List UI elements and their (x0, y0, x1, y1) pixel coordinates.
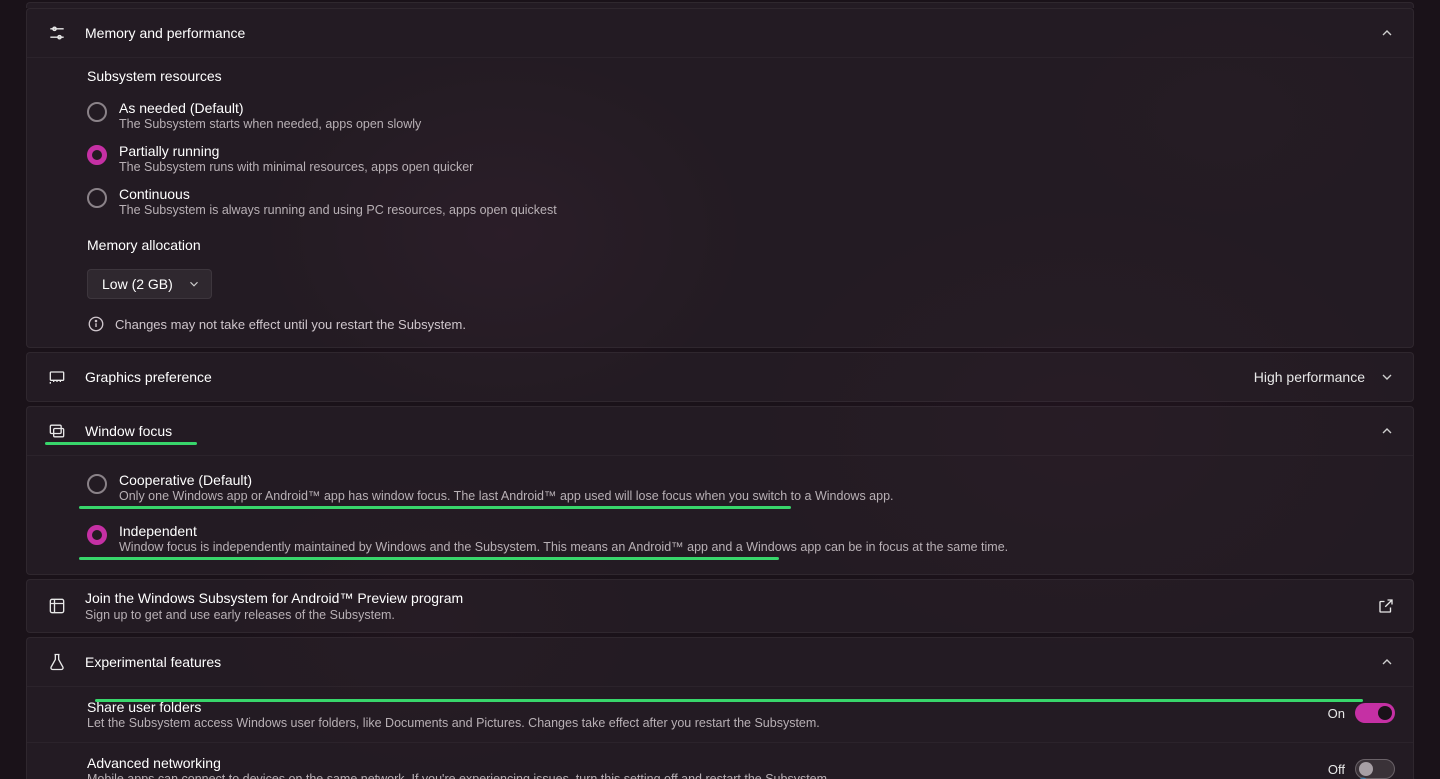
window-focus-card: Window focus Cooperative (Default) Only … (26, 406, 1414, 575)
graphics-title: Graphics preference (85, 369, 1254, 385)
radio-label: Cooperative (Default) (119, 472, 894, 488)
window-focus-header[interactable]: Window focus (27, 407, 1413, 455)
share-desc: Let the Subsystem access Windows user fo… (87, 716, 1308, 730)
restart-note: Changes may not take effect until you re… (115, 317, 466, 332)
networking-desc: Mobile apps can connect to devices on th… (87, 772, 1308, 779)
chevron-down-icon (187, 277, 201, 291)
radio-icon (87, 525, 107, 545)
radio-independent[interactable]: Independent Window focus is independentl… (87, 517, 1395, 560)
radio-continuous[interactable]: Continuous The Subsystem is always runni… (87, 180, 1395, 223)
radio-desc: The Subsystem runs with minimal resource… (119, 160, 473, 174)
graphics-value: High performance (1254, 369, 1365, 385)
networking-toggle[interactable] (1355, 759, 1395, 779)
experimental-features-card: Experimental features Share user folders… (26, 637, 1414, 779)
networking-toggle-state: Off (1328, 762, 1345, 777)
radio-desc: Window focus is independently maintained… (119, 540, 1008, 554)
preview-icon (45, 594, 69, 618)
open-external-icon (1377, 597, 1395, 615)
experimental-header[interactable]: Experimental features (27, 638, 1413, 686)
memory-allocation-dropdown[interactable]: Low (2 GB) (87, 269, 212, 299)
share-toggle[interactable] (1355, 703, 1395, 723)
radio-desc: Only one Windows app or Android™ app has… (119, 489, 894, 503)
highlight-underline (95, 699, 1363, 702)
memory-performance-title: Memory and performance (85, 25, 1379, 41)
beaker-icon (45, 650, 69, 674)
experimental-title: Experimental features (85, 654, 1379, 670)
preview-desc: Sign up to get and use early releases of… (85, 608, 1377, 622)
radio-desc: The Subsystem is always running and usin… (119, 203, 557, 217)
share-toggle-state: On (1328, 706, 1345, 721)
chevron-down-icon (1379, 369, 1395, 385)
subsystem-resources-label: Subsystem resources (87, 68, 1395, 84)
share-user-folders-row: Share user folders Let the Subsystem acc… (27, 686, 1413, 742)
window-focus-title: Window focus (85, 423, 1379, 439)
preview-program-card[interactable]: Join the Windows Subsystem for Android™ … (26, 579, 1414, 633)
radio-desc: The Subsystem starts when needed, apps o… (119, 117, 421, 131)
radio-icon (87, 102, 107, 122)
radio-icon (87, 145, 107, 165)
radio-icon (87, 188, 107, 208)
sliders-icon (45, 21, 69, 45)
chevron-up-icon (1379, 654, 1395, 670)
radio-as-needed[interactable]: As needed (Default) The Subsystem starts… (87, 94, 1395, 137)
graphics-preference-card[interactable]: Graphics preference High performance (26, 352, 1414, 402)
dropdown-value: Low (2 GB) (102, 276, 173, 292)
radio-partially-running[interactable]: Partially running The Subsystem runs wit… (87, 137, 1395, 180)
radio-label: Partially running (119, 143, 473, 159)
advanced-networking-row: Advanced networking Mobile apps can conn… (27, 742, 1413, 779)
chevron-up-icon (1379, 25, 1395, 41)
gpu-icon (45, 365, 69, 389)
memory-allocation-label: Memory allocation (87, 237, 1395, 253)
radio-cooperative[interactable]: Cooperative (Default) Only one Windows a… (87, 466, 1395, 509)
chevron-up-icon (1379, 423, 1395, 439)
info-icon (87, 315, 105, 333)
radio-icon (87, 474, 107, 494)
radio-label: Continuous (119, 186, 557, 202)
memory-performance-card: Memory and performance Subsystem resourc… (26, 8, 1414, 348)
memory-performance-header[interactable]: Memory and performance (27, 9, 1413, 57)
window-icon (45, 419, 69, 443)
restart-note-row: Changes may not take effect until you re… (87, 315, 1395, 333)
preview-title: Join the Windows Subsystem for Android™ … (85, 590, 1377, 606)
networking-label: Advanced networking (87, 755, 1308, 771)
memory-performance-body: Subsystem resources As needed (Default) … (27, 57, 1413, 347)
radio-label: Independent (119, 523, 1008, 539)
radio-label: As needed (Default) (119, 100, 421, 116)
